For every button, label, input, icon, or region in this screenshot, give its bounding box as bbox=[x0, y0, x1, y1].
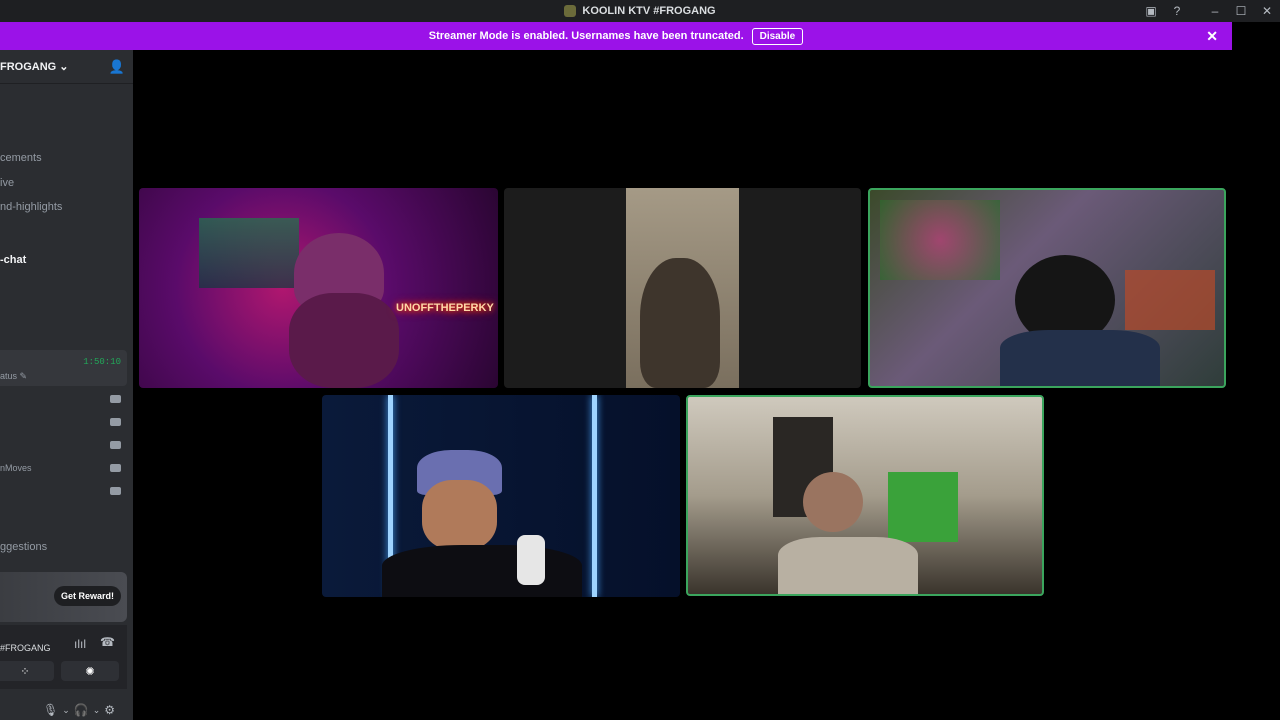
window-controls: ▣ ? – ☐ ✕ bbox=[1138, 0, 1280, 22]
server-icon bbox=[564, 5, 577, 17]
activities-button[interactable]: ⁘ bbox=[0, 661, 54, 681]
voice-connection-panel: #FROGANG ılıl ☎ ⁘ ✺ bbox=[0, 625, 127, 689]
video-camera-icon bbox=[110, 487, 121, 495]
video-camera-icon bbox=[110, 418, 121, 426]
headphones-icon[interactable]: 🎧 bbox=[74, 703, 89, 717]
participant-jacket bbox=[1000, 330, 1160, 386]
voice-user[interactable] bbox=[0, 390, 127, 410]
voice-user[interactable] bbox=[0, 436, 127, 456]
video-camera-icon bbox=[110, 395, 121, 403]
video-tile[interactable]: UNOFFTHEPERKY bbox=[139, 188, 498, 388]
minimize-icon[interactable]: – bbox=[1202, 0, 1228, 22]
connected-server-name: #FROGANG bbox=[0, 643, 51, 653]
voice-user[interactable]: nMoves bbox=[0, 459, 127, 479]
video-camera-icon bbox=[110, 464, 121, 472]
mic-chevron-icon[interactable]: ⌄ bbox=[62, 705, 70, 716]
reward-promo: Get Reward! bbox=[0, 572, 127, 622]
channel-highlights[interactable]: nd-highlights bbox=[0, 201, 62, 213]
video-tile-speaking[interactable] bbox=[686, 395, 1044, 596]
voice-channel-panel[interactable]: 1:50:10 atus ✎ bbox=[0, 350, 127, 386]
portrait-video bbox=[626, 188, 739, 388]
voice-timer: 1:50:10 bbox=[83, 357, 121, 367]
banner-close-icon[interactable]: ✕ bbox=[1206, 28, 1218, 45]
get-reward-button[interactable]: Get Reward! bbox=[53, 586, 121, 606]
participant-face bbox=[422, 480, 497, 550]
green-bin bbox=[888, 472, 958, 542]
neon-sign: UNOFFTHEPERKY bbox=[396, 302, 494, 314]
participant-body bbox=[289, 293, 399, 388]
channel-chat[interactable]: -chat bbox=[0, 254, 26, 266]
server-name: FROGANG ⌄ bbox=[0, 61, 69, 73]
channel-suggestions[interactable]: ggestions bbox=[0, 541, 47, 553]
channel-sidebar: FROGANG ⌄ 👤 cements ive nd-highlights -c… bbox=[0, 50, 133, 720]
game-foliage bbox=[880, 200, 1000, 280]
close-icon[interactable]: ✕ bbox=[1254, 0, 1280, 22]
microphone bbox=[517, 535, 545, 585]
participant-head bbox=[803, 472, 863, 532]
maximize-icon[interactable]: ☐ bbox=[1228, 0, 1254, 22]
window-title: KOOLIN KTV #FROGANG bbox=[564, 5, 716, 17]
game-storefront bbox=[1125, 270, 1215, 330]
headphones-chevron-icon[interactable]: ⌄ bbox=[93, 705, 101, 716]
cast-icon[interactable]: ▣ bbox=[1138, 0, 1164, 22]
channel-live[interactable]: ive bbox=[0, 177, 14, 189]
disconnect-icon[interactable]: ☎ bbox=[100, 635, 115, 649]
video-tile-speaking[interactable] bbox=[868, 188, 1226, 388]
participant-shirt bbox=[382, 545, 582, 597]
video-tile[interactable] bbox=[322, 395, 680, 597]
user-controls: 🎙 ⌄ 🎧 ⌄ ⚙ bbox=[0, 700, 133, 720]
disable-button[interactable]: Disable bbox=[751, 27, 804, 45]
effects-button[interactable]: ✺ bbox=[61, 661, 119, 681]
soundboard-icon[interactable]: ılıl bbox=[74, 637, 86, 651]
settings-gear-icon[interactable]: ⚙ bbox=[104, 703, 115, 717]
streamer-mode-banner: Streamer Mode is enabled. Usernames have… bbox=[0, 22, 1232, 50]
video-camera-icon bbox=[110, 441, 121, 449]
participant-tanktop bbox=[778, 537, 918, 594]
title-bar: KOOLIN KTV #FROGANG ▣ ? – ☐ ✕ bbox=[0, 0, 1280, 22]
led-strip-right bbox=[592, 395, 597, 597]
window-title-text: KOOLIN KTV #FROGANG bbox=[582, 5, 716, 17]
streamer-mode-message: Streamer Mode is enabled. Usernames have… bbox=[428, 30, 744, 42]
video-tile[interactable] bbox=[504, 188, 861, 388]
voice-user[interactable] bbox=[0, 482, 127, 502]
voice-user[interactable] bbox=[0, 413, 127, 433]
background-shelves bbox=[199, 218, 299, 288]
add-member-icon[interactable]: 👤 bbox=[109, 59, 125, 75]
channel-announcements[interactable]: cements bbox=[0, 152, 42, 164]
microphone-icon[interactable]: 🎙 bbox=[43, 703, 58, 717]
participant-head bbox=[640, 258, 720, 388]
help-icon[interactable]: ? bbox=[1164, 0, 1190, 22]
voice-status[interactable]: atus ✎ bbox=[0, 371, 27, 382]
server-header[interactable]: FROGANG ⌄ 👤 bbox=[0, 50, 133, 84]
